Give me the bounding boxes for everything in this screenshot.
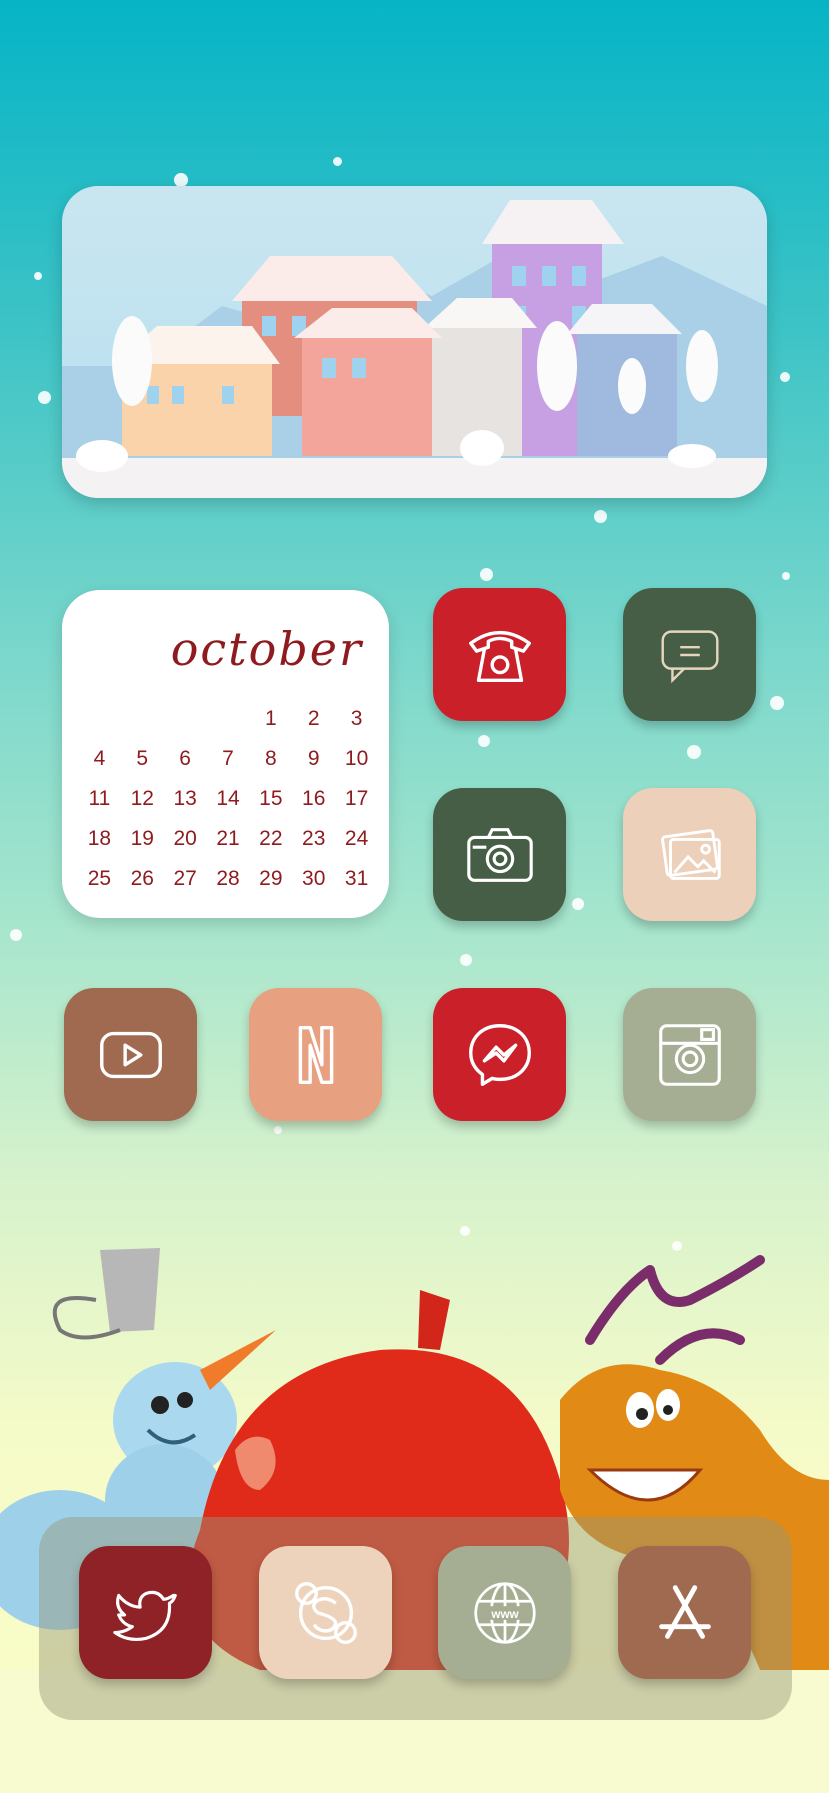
calendar-day: 7: [222, 747, 234, 770]
snowflake: [780, 372, 790, 382]
skype-icon: [294, 1581, 357, 1644]
calendar-day: 10: [344, 747, 369, 770]
calendar-day: 18: [87, 827, 112, 850]
calendar-widget[interactable]: october 1 2 3 4 5 6 7 8 9 10 11 12 13 14…: [62, 590, 389, 918]
play-icon: [99, 1031, 162, 1078]
instagram-camera-icon: [658, 1023, 721, 1086]
messenger-icon: [468, 1023, 531, 1086]
snowflake: [480, 568, 493, 581]
snowflake: [460, 954, 472, 966]
dock-app-twitter[interactable]: [79, 1546, 212, 1679]
calendar-day: 17: [344, 787, 369, 810]
bird-icon: [112, 1590, 177, 1641]
calendar-day: 26: [130, 867, 154, 890]
dock-app-safari[interactable]: www: [438, 1546, 571, 1679]
calendar-day: 29: [259, 867, 283, 890]
snowflake: [174, 173, 188, 187]
calendar-day: 31: [344, 867, 369, 890]
calendar-day: 11: [88, 787, 111, 810]
app-netflix[interactable]: [249, 988, 382, 1121]
calendar-day: [207, 706, 250, 732]
calendar-day: [121, 706, 164, 732]
calendar-day: 15: [259, 787, 283, 810]
calendar-day: 23: [302, 827, 326, 850]
calendar-day: [78, 706, 121, 732]
calendar-day: 14: [216, 787, 240, 810]
calendar-day: 27: [173, 867, 197, 890]
calendar-days-grid: 1 2 3 4 5 6 7 8 9 10 11 12 13 14 15 16 1…: [78, 706, 378, 892]
camera-icon: [466, 827, 533, 882]
app-instagram[interactable]: [623, 988, 756, 1121]
calendar-day: [164, 706, 207, 732]
app-phone[interactable]: [433, 588, 566, 721]
app-camera[interactable]: [433, 788, 566, 921]
snowflake: [333, 157, 342, 166]
app-photos[interactable]: [623, 788, 756, 921]
calendar-day: 2: [307, 707, 320, 730]
globe-www-label: www: [490, 1607, 519, 1620]
snowflake: [782, 572, 790, 580]
calendar-day: 19: [130, 827, 154, 850]
globe-www-icon: www: [473, 1581, 536, 1644]
dock-app-skype[interactable]: [259, 1546, 392, 1679]
snowflake: [594, 510, 607, 523]
app-messages[interactable]: [623, 588, 756, 721]
snowflake: [38, 391, 51, 404]
calendar-day: 28: [216, 867, 240, 890]
app-youtube[interactable]: [64, 988, 197, 1121]
calendar-month-title: october: [170, 622, 363, 676]
snowflake: [34, 272, 42, 280]
calendar-day: 25: [87, 867, 112, 890]
calendar-day: 13: [173, 787, 197, 810]
dock-app-app-store[interactable]: [618, 1546, 751, 1679]
snowflake: [687, 745, 701, 759]
calendar-day: 9: [307, 747, 320, 770]
netflix-n-icon: [298, 1025, 333, 1084]
snowflake: [572, 898, 584, 910]
snowflake: [274, 1126, 282, 1134]
winter-town-illustration: [62, 200, 767, 498]
snowflake: [770, 696, 784, 710]
calendar-day: 5: [136, 747, 149, 770]
calendar-day: 4: [93, 747, 106, 770]
calendar-day: 3: [350, 707, 363, 730]
town-illustration-widget[interactable]: [62, 186, 767, 498]
calendar-day: 21: [216, 827, 240, 850]
snowflake: [478, 735, 490, 747]
app-messenger[interactable]: [433, 988, 566, 1121]
calendar-day: 22: [259, 827, 283, 850]
snowflake: [10, 929, 22, 941]
calendar-day: 6: [179, 747, 191, 770]
photos-icon: [660, 828, 721, 880]
calendar-day: 30: [302, 867, 326, 890]
calendar-day: 12: [130, 787, 154, 810]
calendar-day: 16: [302, 787, 326, 810]
telephone-icon: [468, 630, 531, 682]
calendar-day: 1: [265, 707, 277, 730]
calendar-day: 24: [344, 827, 369, 850]
chat-bubble-icon: [660, 629, 719, 683]
calendar-day: 20: [173, 827, 197, 850]
app-store-icon: [658, 1584, 711, 1639]
calendar-day: 8: [265, 747, 277, 770]
